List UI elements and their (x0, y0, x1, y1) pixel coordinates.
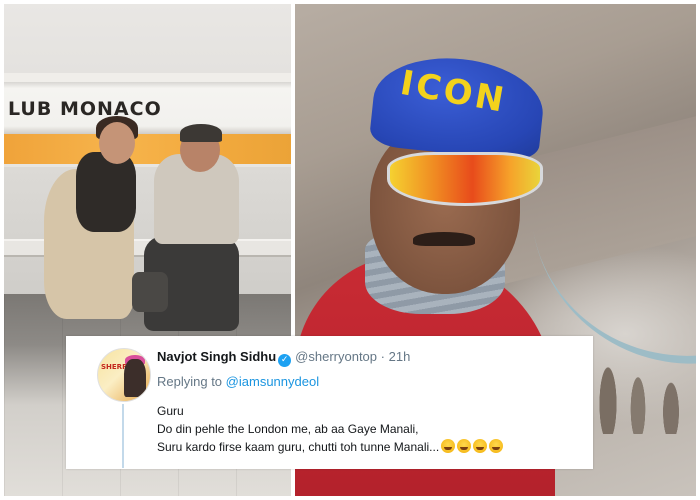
storefront-sign: LUB MONACO (8, 98, 162, 120)
replying-to-link[interactable]: @iamsunnydeol (226, 374, 319, 389)
tweet-line-2: Do din pehle the London me, ab aa Gaye M… (157, 422, 419, 436)
tweet-line-3: Suru kardo firse kaam guru, chutti toh t… (157, 438, 504, 456)
man-cap (180, 124, 222, 142)
laughing-emoji-icon (473, 439, 488, 453)
tweet-line-3-text: Suru kardo firse kaam guru, chutti toh t… (157, 440, 440, 454)
tweet-line-1: Guru (157, 404, 184, 418)
thread-line (122, 404, 124, 468)
timestamp[interactable]: 21h (389, 349, 411, 364)
tweet-card[interactable]: SHERRY Navjot Singh Sidhu ✓ @sherryontop ·… (66, 336, 593, 469)
display-name[interactable]: Navjot Singh Sidhu (157, 349, 276, 364)
woman-head (99, 122, 135, 164)
avatar-figure (124, 359, 146, 397)
avatar[interactable]: SHERRY (97, 348, 151, 402)
tweet-header: Navjot Singh Sidhu ✓ @sherryontop · 21h (157, 349, 410, 367)
mustache (413, 232, 475, 246)
storefront-awning: LUB MONACO (4, 82, 291, 136)
laughing-emoji-icon (457, 439, 472, 453)
laughing-emoji-icon (489, 439, 504, 453)
laughing-emoji-icon (441, 439, 456, 453)
woman-scarf (76, 152, 136, 232)
sunglasses (387, 152, 543, 206)
user-handle[interactable]: @sherryontop (295, 349, 377, 364)
verified-badge-icon: ✓ (278, 354, 292, 367)
replying-to-line: Replying to @iamsunnydeol (157, 374, 319, 390)
rock-spires (593, 334, 696, 434)
tweet-text: Guru Do din pehle the London me, ab aa G… (157, 402, 504, 456)
bag (132, 272, 168, 312)
replying-prefix: Replying to (157, 374, 223, 389)
separator-dot: · (380, 349, 385, 364)
